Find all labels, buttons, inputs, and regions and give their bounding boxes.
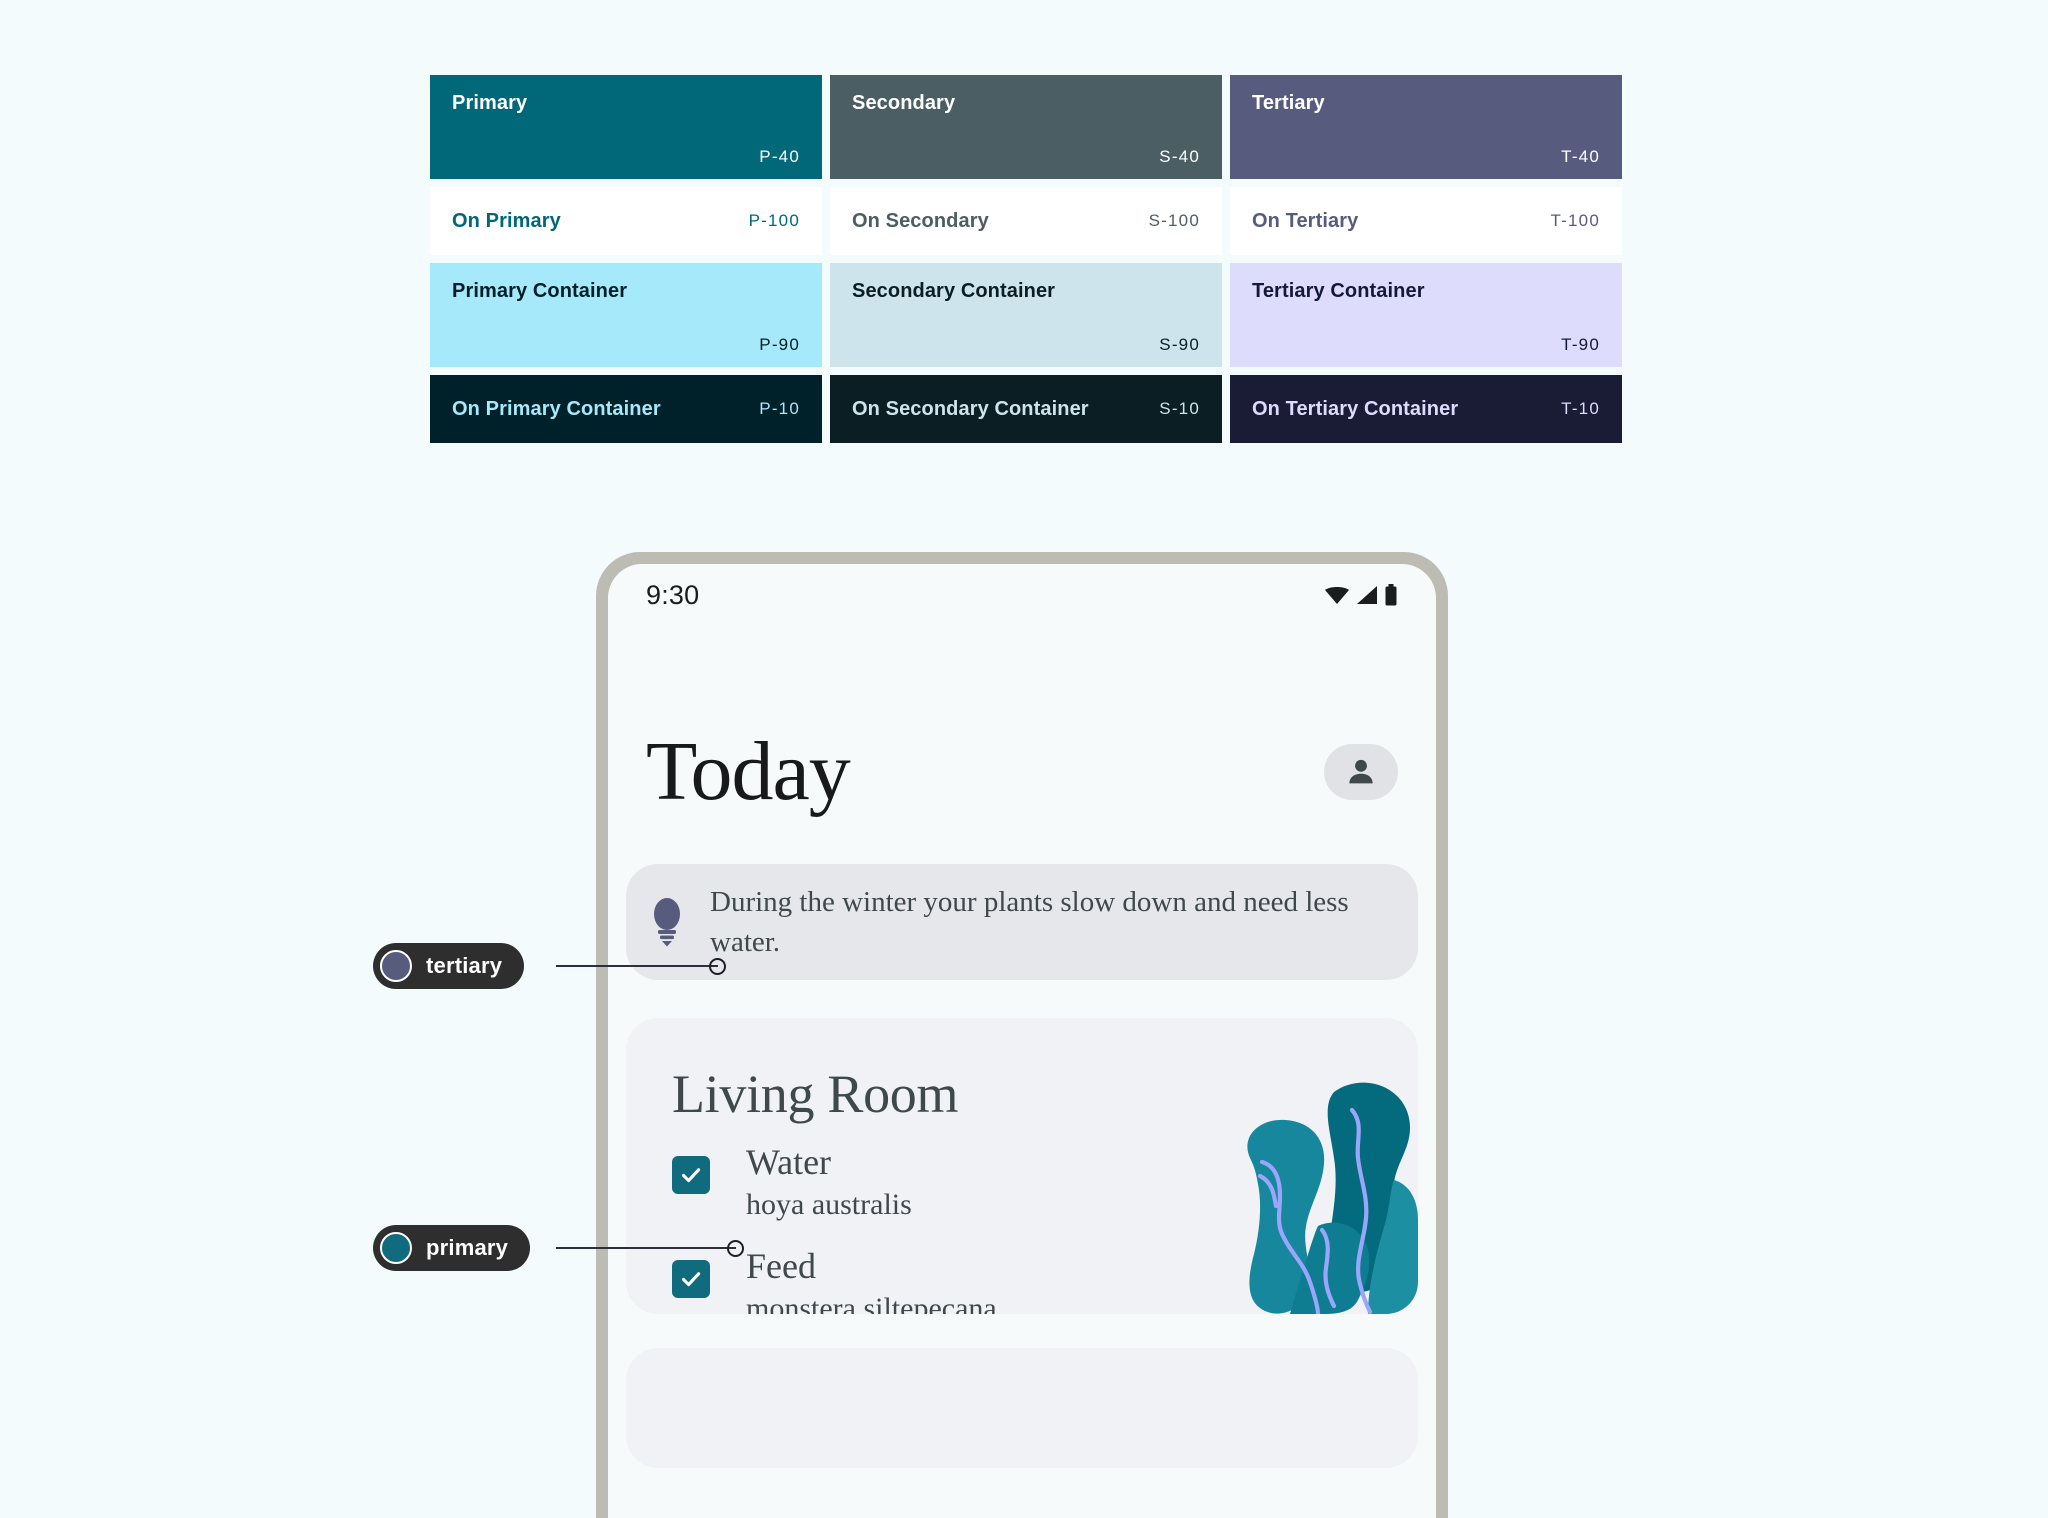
color-role-swatch-grid: Primary P-40 On Primary P-100 Primary Co… [430, 75, 1622, 443]
swatch-token: P-90 [759, 335, 800, 354]
swatch-name: Tertiary Container [1252, 280, 1425, 302]
task-subtitle: monstera siltepecana [746, 1291, 997, 1314]
phone-screen: 9:30 Today During the winter your plants… [608, 564, 1436, 1518]
annotation-leader-tertiary [556, 965, 718, 967]
swatch-tile-on-secondary-container[interactable]: On Secondary Container S-10 [830, 375, 1222, 443]
swatch-token: P-10 [759, 399, 800, 418]
swatch-token: T-90 [1561, 335, 1600, 354]
cellular-signal-icon [1357, 586, 1377, 604]
page-header: Today [608, 725, 1436, 818]
swatch-token: T-40 [1561, 147, 1600, 166]
swatch-name: Primary Container [452, 280, 628, 302]
annotation-pill-label: tertiary [426, 953, 503, 978]
swatch-name: On Primary Container [452, 398, 661, 420]
task-labels: Feed monstera siltepecana [746, 1246, 997, 1313]
task-title: Water [746, 1142, 832, 1183]
lightbulb-icon [654, 897, 680, 947]
room-card[interactable]: Living Room Water hoya australis Feed mo… [626, 1017, 1418, 1314]
annotation-swatch-dot [380, 1232, 412, 1264]
swatch-token: P-100 [748, 211, 800, 230]
task-subtitle: hoya australis [746, 1187, 912, 1221]
swatch-token: S-90 [1159, 335, 1200, 354]
swatch-tile-on-secondary[interactable]: On Secondary S-100 [830, 187, 1222, 255]
task-row[interactable]: Water hoya australis [672, 1142, 1418, 1222]
swatch-tile-secondary-container[interactable]: Secondary Container S-90 [830, 263, 1222, 367]
annotation-pill-tertiary[interactable]: tertiary [373, 943, 525, 989]
person-icon [1349, 759, 1373, 784]
swatch-column-secondary: Secondary S-40 On Secondary S-100 Second… [830, 75, 1222, 443]
swatch-tile-primary-container[interactable]: Primary Container P-90 [430, 263, 822, 367]
swatch-name: On Secondary [852, 210, 989, 232]
swatch-token: S-100 [1148, 211, 1200, 230]
swatch-token: P-40 [759, 147, 800, 166]
task-row[interactable]: Feed monstera siltepecana [672, 1246, 1418, 1314]
task-labels: Water hoya australis [746, 1142, 912, 1223]
swatch-tile-on-primary-container[interactable]: On Primary Container P-10 [430, 375, 822, 443]
annotation-pill-label: primary [426, 1235, 509, 1260]
swatch-tile-on-tertiary-container[interactable]: On Tertiary Container T-10 [1230, 375, 1622, 443]
swatch-tile-secondary[interactable]: Secondary S-40 [830, 75, 1222, 179]
battery-icon [1385, 584, 1397, 606]
status-bar-icons [1324, 584, 1398, 606]
annotation-target-primary [727, 1240, 744, 1257]
swatch-tile-primary[interactable]: Primary P-40 [430, 75, 822, 179]
swatch-token: T-100 [1550, 211, 1600, 230]
swatch-name: On Tertiary Container [1252, 398, 1459, 420]
check-icon [681, 1168, 701, 1183]
task-list: Water hoya australis Feed monstera silte… [626, 1142, 1418, 1314]
check-icon [681, 1272, 701, 1287]
swatch-tile-tertiary-container[interactable]: Tertiary Container T-90 [1230, 263, 1622, 367]
swatch-token: S-10 [1159, 399, 1200, 418]
swatch-column-primary: Primary P-40 On Primary P-100 Primary Co… [430, 75, 822, 443]
status-bar: 9:30 [608, 564, 1436, 626]
task-checkbox-feed[interactable] [672, 1260, 710, 1299]
swatch-tile-on-primary[interactable]: On Primary P-100 [430, 187, 822, 255]
swatch-name: Primary [452, 92, 528, 114]
swatch-name: Secondary [852, 92, 956, 114]
next-room-card-partial[interactable] [626, 1347, 1418, 1468]
tip-card-text: During the winter your plants slow down … [710, 885, 1349, 958]
swatch-name: On Primary [452, 210, 561, 232]
swatch-name: On Tertiary [1252, 210, 1359, 232]
avatar-button[interactable] [1324, 743, 1398, 800]
task-title: Feed [746, 1246, 816, 1287]
swatch-name: Tertiary [1252, 92, 1325, 114]
swatch-name: On Secondary Container [852, 398, 1089, 420]
annotation-swatch-dot [380, 950, 412, 982]
swatch-token: S-40 [1159, 147, 1200, 166]
annotation-target-tertiary [709, 958, 726, 975]
annotation-pill-primary[interactable]: primary [373, 1225, 531, 1271]
phone-mockup-frame: 9:30 Today During the winter your plants… [596, 552, 1448, 1518]
tip-card[interactable]: During the winter your plants slow down … [626, 863, 1418, 980]
swatch-token: T-10 [1561, 399, 1600, 418]
swatch-column-tertiary: Tertiary T-40 On Tertiary T-100 Tertiary… [1230, 75, 1622, 443]
swatch-name: Secondary Container [852, 280, 1056, 302]
swatch-tile-tertiary[interactable]: Tertiary T-40 [1230, 75, 1622, 179]
swatch-tile-on-tertiary[interactable]: On Tertiary T-100 [1230, 187, 1622, 255]
page-title: Today [646, 725, 851, 818]
status-bar-time: 9:30 [646, 579, 700, 610]
task-checkbox-water[interactable] [672, 1156, 710, 1195]
annotation-leader-primary [556, 1247, 736, 1249]
wifi-icon [1325, 587, 1349, 604]
